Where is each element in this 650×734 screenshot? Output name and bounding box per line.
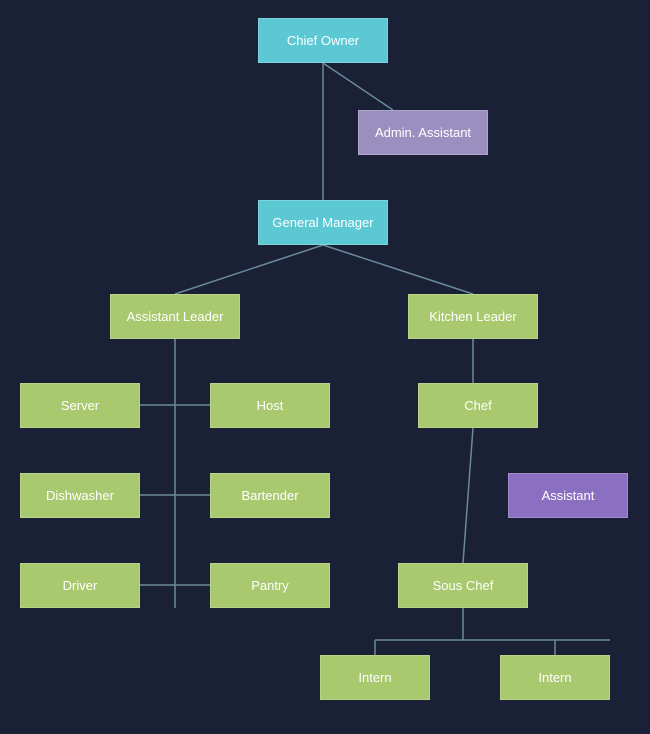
node-kitchen-leader: Kitchen Leader: [408, 294, 538, 339]
node-admin-assistant: Admin. Assistant: [358, 110, 488, 155]
node-driver: Driver: [20, 563, 140, 608]
node-assistant: Assistant: [508, 473, 628, 518]
node-general-manager: General Manager: [258, 200, 388, 245]
connector-lines: [0, 0, 650, 734]
node-pantry: Pantry: [210, 563, 330, 608]
org-chart: Chief Owner Admin. Assistant General Man…: [0, 0, 650, 734]
node-intern-1: Intern: [320, 655, 430, 700]
node-bartender: Bartender: [210, 473, 330, 518]
node-assistant-leader: Assistant Leader: [110, 294, 240, 339]
node-intern-2: Intern: [500, 655, 610, 700]
node-sous-chef: Sous Chef: [398, 563, 528, 608]
node-server: Server: [20, 383, 140, 428]
node-dishwasher: Dishwasher: [20, 473, 140, 518]
node-chief-owner: Chief Owner: [258, 18, 388, 63]
node-host: Host: [210, 383, 330, 428]
node-chef: Chef: [418, 383, 538, 428]
